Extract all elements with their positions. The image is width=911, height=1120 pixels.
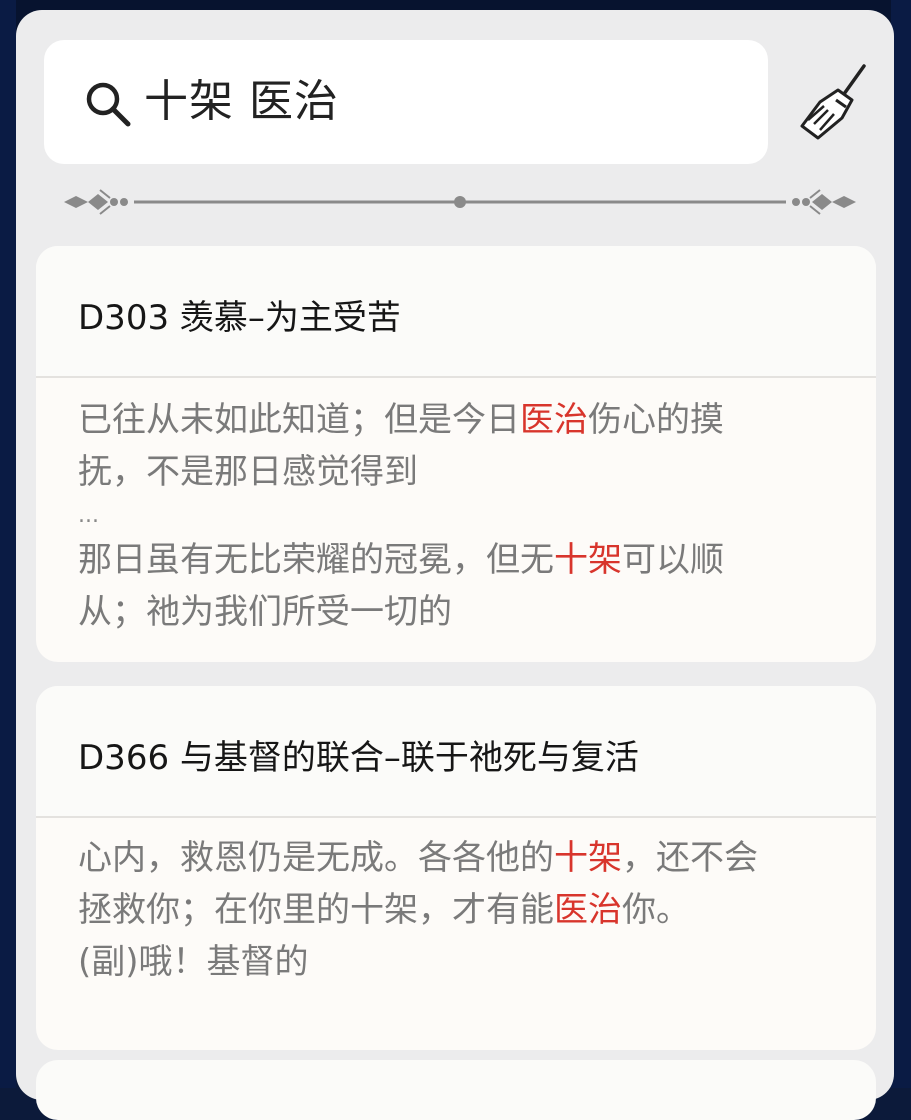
background-right-edge <box>891 0 911 1088</box>
snippet-text: 伤心的摸 <box>588 400 724 440</box>
result-snippet: 心内，救恩仍是无成。各各他的十架，还不会 拯救你；在你里的十架，才有能医治你。 (… <box>78 832 836 988</box>
highlighted-match: 医治 <box>554 890 622 930</box>
snippet-text: 已往从未如此知道；但是今日 <box>78 400 520 440</box>
highlighted-match: 十架 <box>554 540 622 580</box>
snippet-text: 你。 <box>622 890 690 930</box>
result-card[interactable]: D303 羡慕–为主受苦 已往从未如此知道；但是今日医治伤心的摸抚，不是那日感觉… <box>36 246 876 662</box>
snippet-line: 从；祂为我们所受一切的 <box>78 586 836 638</box>
result-snippet: 已往从未如此知道；但是今日医治伤心的摸抚，不是那日感觉得到... 那日虽有无比荣耀… <box>78 394 836 638</box>
snippet-line: 已往从未如此知道；但是今日医治伤心的摸 <box>78 394 836 446</box>
result-card-partial[interactable] <box>36 1060 876 1120</box>
snippet-text: 心内，救恩仍是无成。各各他的 <box>78 838 554 878</box>
snippet-line: (副)哦！基督的 <box>78 936 836 988</box>
broom-icon[interactable] <box>798 62 874 142</box>
snippet-text: (副)哦！基督的 <box>78 942 309 982</box>
snippet-line: 拯救你；在你里的十架，才有能医治你。 <box>78 884 836 936</box>
snippet-text: 拯救你；在你里的十架，才有能 <box>78 890 554 930</box>
search-query-text: 十架 医治 <box>144 76 339 127</box>
snippet-text: 那日虽有无比荣耀的冠冕，但无 <box>78 540 554 580</box>
background-left-edge <box>0 0 16 1088</box>
ellipsis: ... <box>78 503 99 528</box>
snippet-line: 那日虽有无比荣耀的冠冕，但无十架可以顺 <box>78 534 836 586</box>
search-input[interactable]: 十架 医治 <box>44 40 768 164</box>
snippet-text: 抚，不是那日感觉得到 <box>78 452 418 492</box>
snippet-line: 心内，救恩仍是无成。各各他的十架，还不会 <box>78 832 836 884</box>
result-card[interactable]: D366 与基督的联合–联于祂死与复活 心内，救恩仍是无成。各各他的十架，还不会… <box>36 686 876 1050</box>
highlighted-match: 十架 <box>554 838 622 878</box>
ornament-divider <box>64 189 856 215</box>
search-panel: 十架 医治 D303 羡慕–为主受苦 已往从未如此知道；但是今日医治伤心的摸 抚… <box>16 10 894 1100</box>
result-title: D366 与基督的联合–联于祂死与复活 <box>78 738 639 778</box>
snippet-line: 抚，不是那日感觉得到 <box>78 446 836 498</box>
snippet-text: 从；祂为我们所受一切的 <box>78 592 452 632</box>
highlighted-match: 医治 <box>520 400 588 440</box>
snippet-text: ，还不会 <box>622 838 758 878</box>
search-icon <box>86 82 131 127</box>
snippet-text: 可以顺 <box>622 540 724 580</box>
snippet-line: ... <box>78 498 836 534</box>
result-title: D303 羡慕–为主受苦 <box>78 298 401 338</box>
